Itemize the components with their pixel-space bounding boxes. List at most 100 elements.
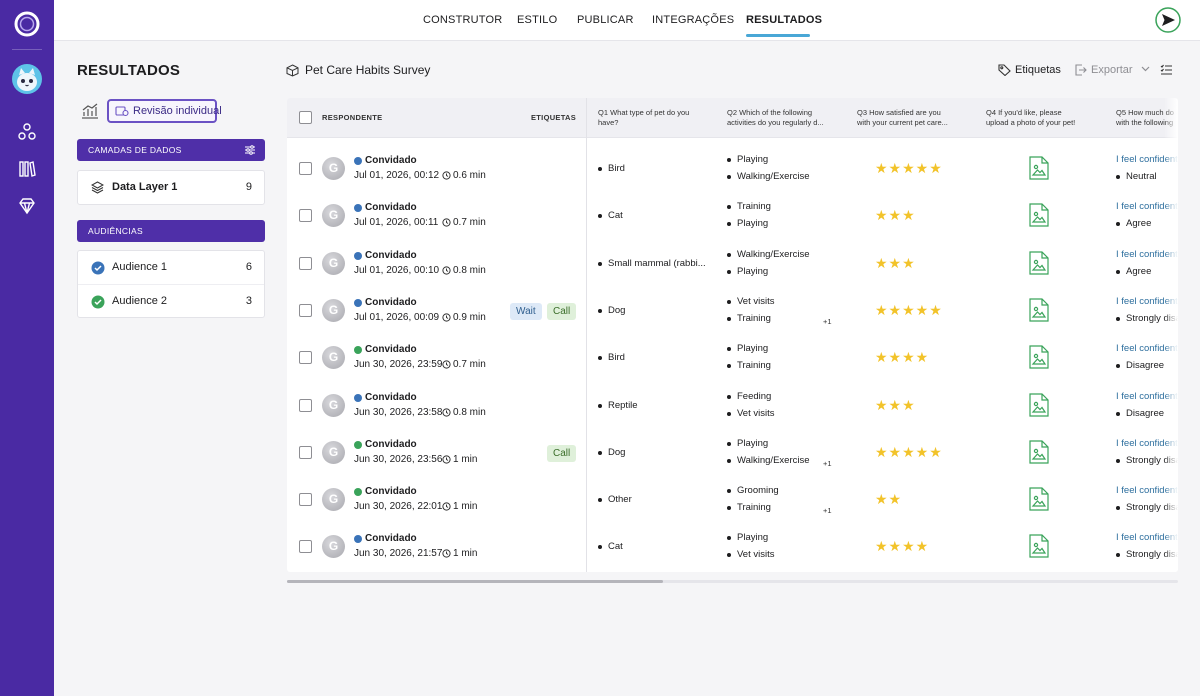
image-file-icon[interactable]: [1029, 534, 1049, 558]
clock-icon: [442, 455, 451, 464]
q1-answer: Small mammal (rabbi...: [598, 258, 706, 269]
avatar: G: [322, 346, 345, 369]
respondent-name: Convidado: [365, 439, 417, 450]
image-file-icon[interactable]: [1029, 251, 1049, 275]
table-row[interactable]: G Convidado Jun 30, 2026, 22:01 1 min Other G…: [287, 476, 1178, 523]
tags-button[interactable]: Etiquetas: [998, 64, 1061, 76]
col-respondent: RESPONDENTE: [322, 113, 383, 122]
row-checkbox[interactable]: [299, 162, 312, 175]
audience-dot: [354, 394, 362, 402]
tag-badge-call[interactable]: Call: [547, 445, 577, 462]
row-checkbox[interactable]: [299, 257, 312, 270]
export-button[interactable]: Exportar: [1074, 64, 1150, 76]
q1-answer: Dog: [598, 447, 625, 458]
audience-dot: [354, 299, 362, 307]
q1-answer: Reptile: [598, 400, 638, 411]
individual-review-button[interactable]: Revisão individual: [107, 99, 222, 123]
audience-dot: [354, 488, 362, 496]
select-all-checkbox[interactable]: [299, 111, 312, 124]
table-row[interactable]: G Convidado Jun 30, 2026, 23:59 0.7 min Bird…: [287, 334, 1178, 381]
table-row[interactable]: G Convidado Jul 01, 2026, 00:09 0.9 min Call…: [287, 287, 1178, 334]
q2-more-count[interactable]: +1: [823, 506, 832, 515]
clock-icon: [442, 360, 451, 369]
q2-answer: Playing: [727, 218, 768, 229]
q1-answer: Cat: [598, 210, 623, 221]
q5-answer: Neutral: [1116, 171, 1157, 182]
avatar: G: [322, 252, 345, 275]
image-file-icon[interactable]: [1029, 203, 1049, 227]
layers-icon: [91, 181, 104, 194]
tab-estilo[interactable]: ESTILO: [517, 14, 557, 26]
diamond-icon[interactable]: [17, 196, 37, 216]
tab-integracoes[interactable]: INTEGRAÇÕES: [652, 14, 734, 26]
q2-answer: Vet visits: [727, 296, 775, 307]
top-nav-bar: CONSTRUTOR ESTILO PUBLICAR INTEGRAÇÕES R…: [54, 0, 1200, 41]
table-row[interactable]: G Convidado Jul 01, 2026, 00:11 0.7 min Cat T…: [287, 192, 1178, 239]
col-q1[interactable]: Q1 What type of pet do you have?: [598, 108, 689, 128]
q3-rating: ★★★★: [875, 349, 930, 365]
image-file-icon[interactable]: [1029, 345, 1049, 369]
rail-divider: [12, 49, 42, 50]
row-checkbox[interactable]: [299, 540, 312, 553]
audience-item-1[interactable]: Audience 1 6: [78, 251, 264, 284]
tab-construtor[interactable]: CONSTRUTOR: [423, 14, 502, 26]
data-layer-item[interactable]: Data Layer 1 9: [78, 171, 264, 204]
review-icon: [115, 106, 129, 117]
scrollbar-thumb[interactable]: [287, 580, 663, 583]
row-checkbox[interactable]: [299, 493, 312, 506]
row-checkbox[interactable]: [299, 446, 312, 459]
row-checkbox[interactable]: [299, 209, 312, 222]
clock-icon: [442, 218, 451, 227]
audiences-list: Audience 1 6 Audience 2 3: [77, 250, 265, 318]
q2-answer: Walking/Exercise: [727, 455, 810, 466]
q2-more-count[interactable]: +1: [823, 459, 832, 468]
filter-settings-icon[interactable]: [244, 144, 256, 156]
row-checkbox[interactable]: [299, 304, 312, 317]
audience-label: Audience 2: [112, 295, 168, 307]
table-row[interactable]: G Convidado Jun 30, 2026, 23:56 1 min Call Do…: [287, 429, 1178, 476]
hierarchy-icon[interactable]: [17, 122, 37, 142]
row-checkbox[interactable]: [299, 351, 312, 364]
ring-logo-icon[interactable]: [13, 10, 41, 38]
respondent-name: Convidado: [365, 202, 417, 213]
review-button-label: Revisão individual: [133, 105, 222, 117]
image-file-icon[interactable]: [1029, 440, 1049, 464]
q2-answer: Feeding: [727, 391, 771, 402]
horizontal-scrollbar[interactable]: [287, 580, 1178, 583]
respondent-name: Convidado: [365, 297, 417, 308]
survey-title: Pet Care Habits Survey: [305, 63, 431, 77]
col-q4[interactable]: Q4 If you'd like, please upload a photo o…: [986, 108, 1075, 128]
response-date: Jun 30, 2026, 23:59: [354, 359, 443, 370]
image-file-icon[interactable]: [1029, 487, 1049, 511]
q2-more-count[interactable]: +1: [823, 317, 832, 326]
table-row[interactable]: G Convidado Jun 30, 2026, 23:58 0.8 min Rept…: [287, 382, 1178, 429]
q5-answer: Agree: [1116, 218, 1151, 229]
audience-dot: [354, 441, 362, 449]
clock-icon: [442, 549, 451, 558]
cat-avatar-icon[interactable]: [11, 63, 43, 95]
tab-resultados[interactable]: RESULTADOS: [746, 14, 822, 26]
audience-item-2[interactable]: Audience 2 3: [78, 284, 264, 317]
response-date: Jul 01, 2026, 00:12: [354, 170, 440, 181]
library-icon[interactable]: [17, 159, 37, 179]
tab-publicar[interactable]: PUBLICAR: [577, 14, 634, 26]
q5-answer: Agree: [1116, 266, 1151, 277]
image-file-icon[interactable]: [1029, 298, 1049, 322]
send-icon[interactable]: [1155, 7, 1181, 33]
tag-badge-wait[interactable]: Wait: [510, 303, 542, 320]
avatar: G: [322, 441, 345, 464]
col-q2[interactable]: Q2 Which of the following activities do y…: [727, 108, 824, 128]
chart-icon[interactable]: [80, 102, 100, 120]
table-row[interactable]: G Convidado Jul 01, 2026, 00:10 0.8 min Smal…: [287, 240, 1178, 287]
col-q3[interactable]: Q3 How satisfied are you with your curren…: [857, 108, 948, 128]
image-file-icon[interactable]: [1029, 393, 1049, 417]
table-row[interactable]: G Convidado Jun 30, 2026, 21:57 1 min Cat Pla…: [287, 523, 1178, 570]
tag-badge-call[interactable]: Call: [547, 303, 577, 320]
row-checkbox[interactable]: [299, 399, 312, 412]
q2-answer: Playing: [727, 343, 768, 354]
checklist-icon[interactable]: [1160, 64, 1173, 76]
q2-answer: Grooming: [727, 485, 779, 496]
table-row[interactable]: G Convidado Jul 01, 2026, 00:12 0.6 min Bird…: [287, 145, 1178, 192]
q2-answer: Walking/Exercise: [727, 171, 810, 182]
image-file-icon[interactable]: [1029, 156, 1049, 180]
